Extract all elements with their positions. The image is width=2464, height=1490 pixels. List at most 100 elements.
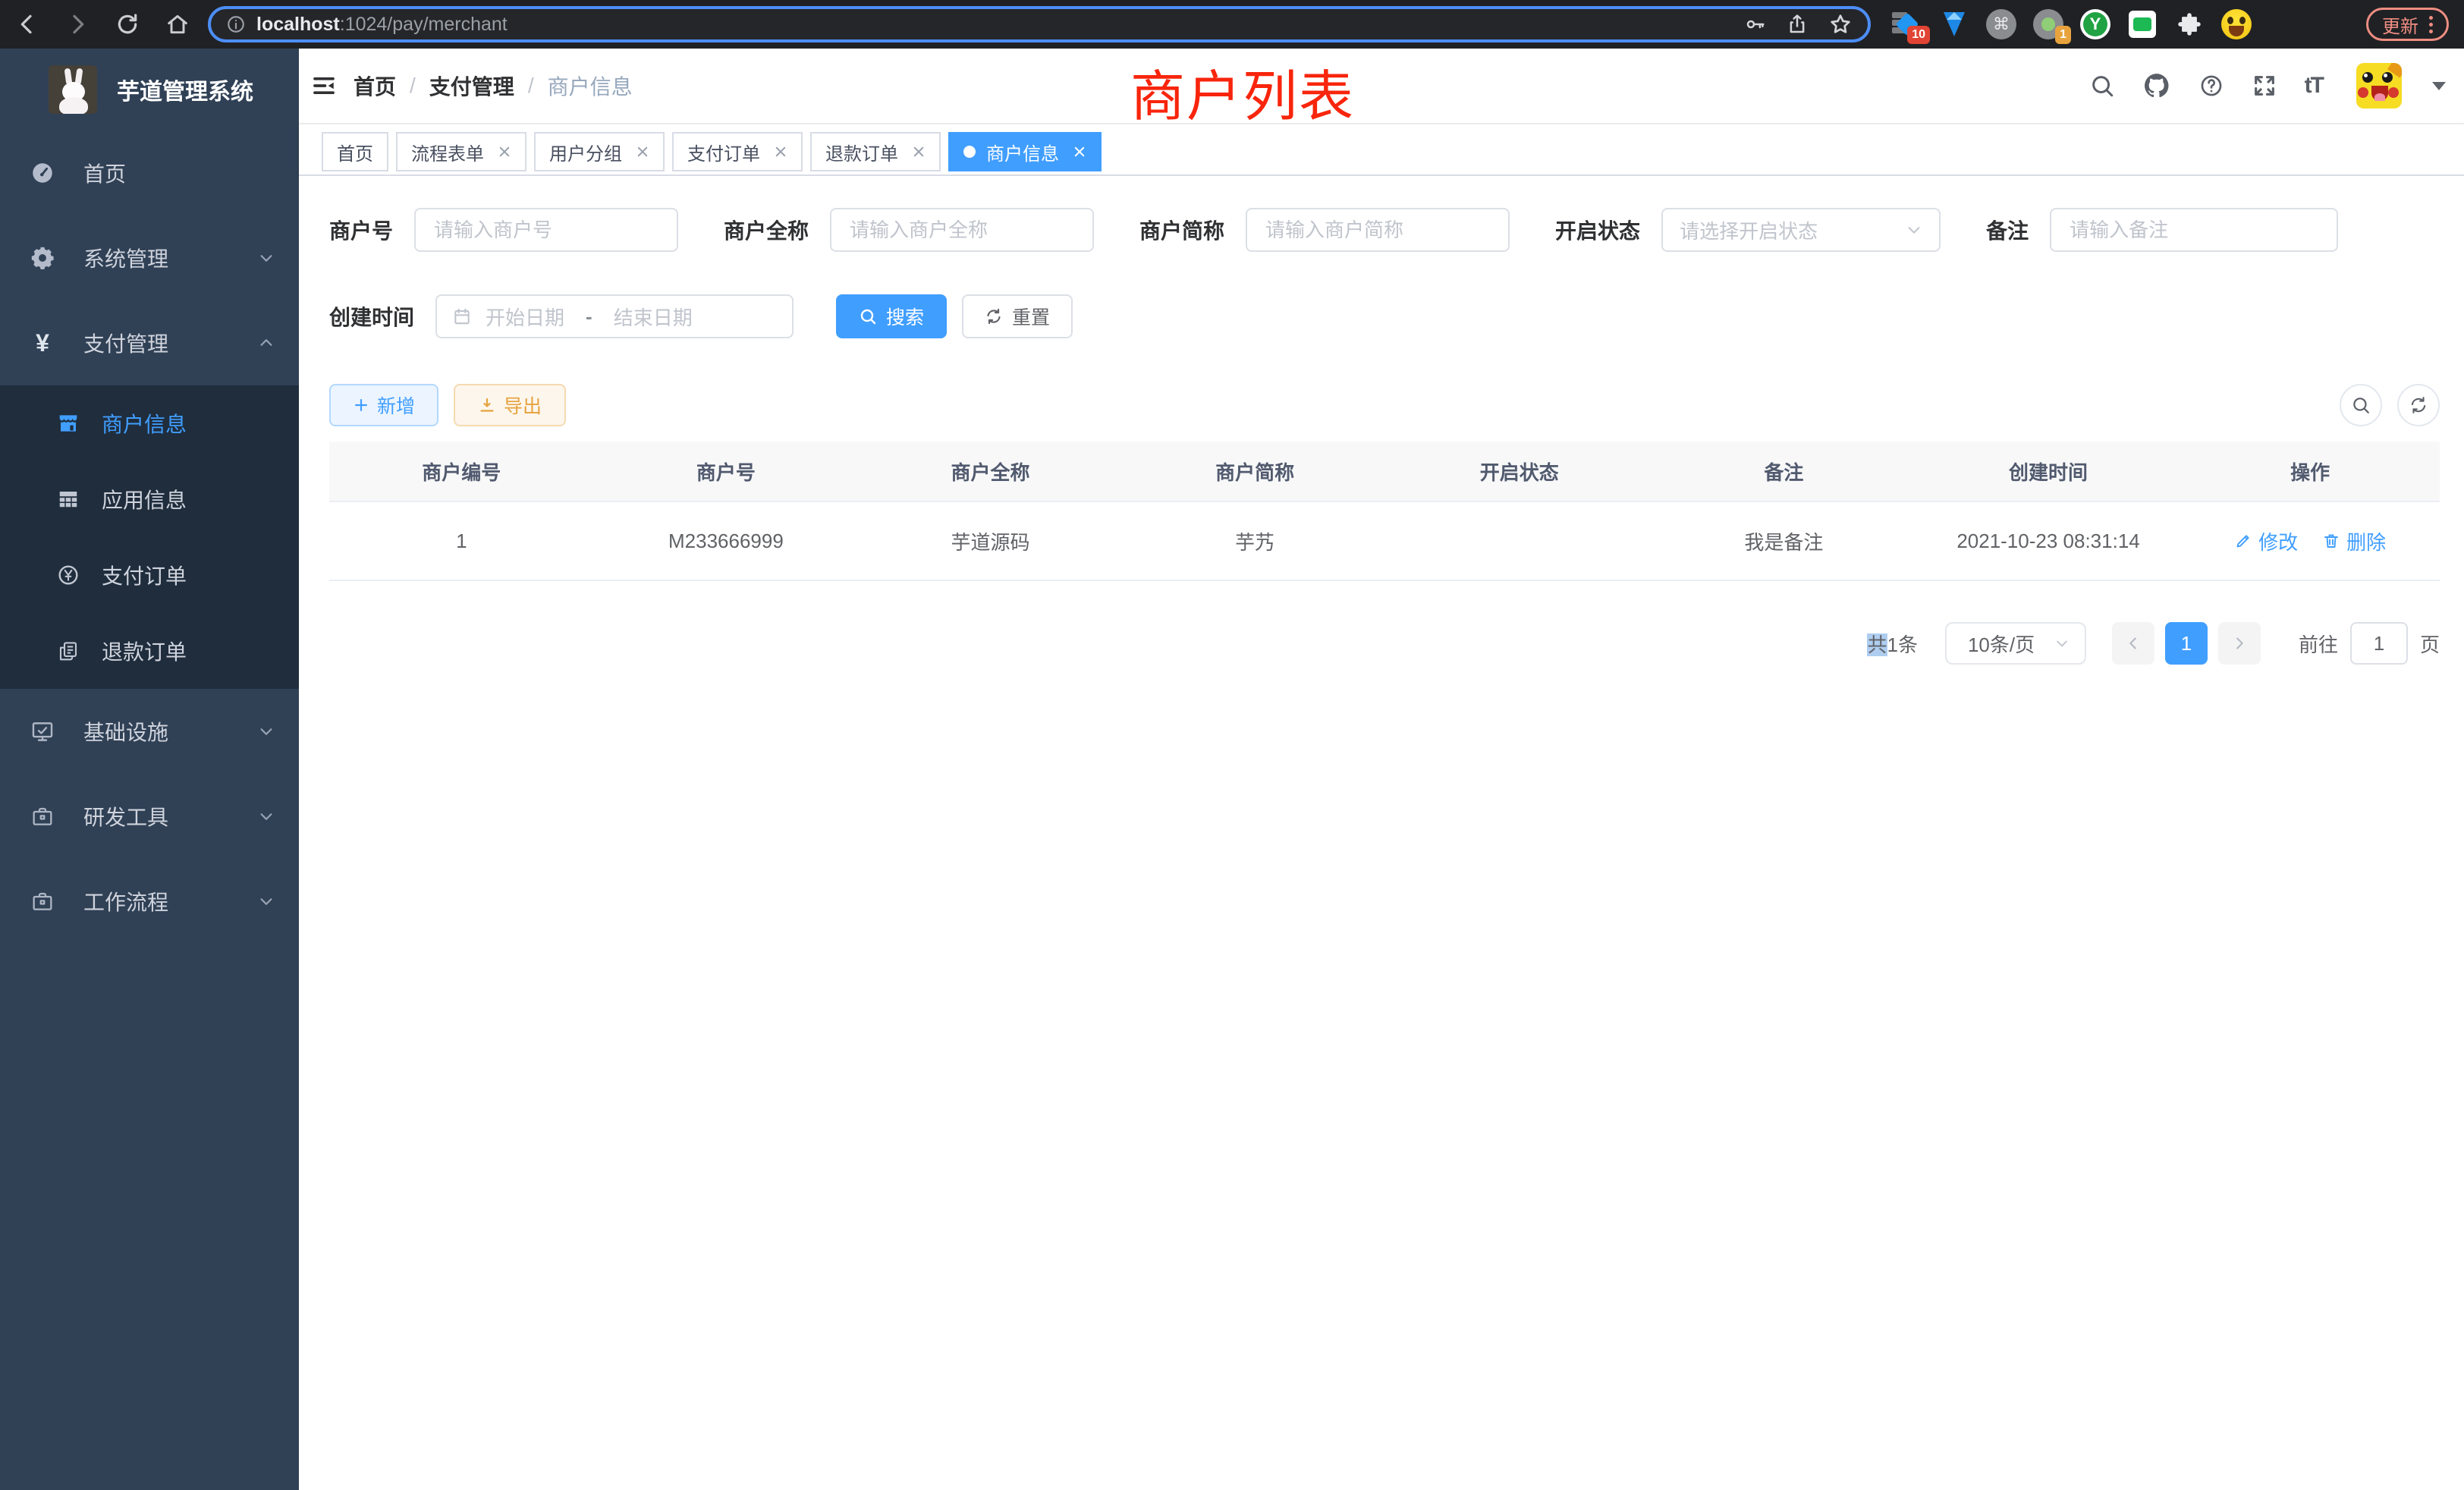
page-number-button[interactable]: 1 [2165, 622, 2208, 665]
goto-page-input[interactable] [2350, 622, 2408, 665]
help-icon[interactable] [2198, 73, 2224, 99]
fullscreen-icon[interactable] [2252, 73, 2277, 99]
github-icon[interactable] [2142, 71, 2171, 100]
table-toolbar: 新增 导出 [329, 384, 2440, 426]
extensions-puzzle-icon[interactable] [2174, 9, 2205, 39]
close-icon[interactable] [1073, 145, 1086, 159]
column-header: 商户编号 [329, 457, 594, 486]
browser-reload-icon[interactable] [115, 12, 140, 36]
tab-user-group[interactable]: 用户分组 [534, 132, 665, 171]
extension-command-icon[interactable]: ⌘ [1986, 9, 2016, 39]
breadcrumb-pay[interactable]: 支付管理 [429, 71, 514, 101]
sidebar-item-home[interactable]: 首页 [0, 130, 299, 215]
full-name-input[interactable] [830, 208, 1094, 252]
sidebar-item-workflow[interactable]: 工作流程 [0, 859, 299, 944]
app-title: 芋道管理系统 [117, 73, 253, 106]
tab-home[interactable]: 首页 [322, 132, 388, 171]
export-button[interactable]: 导出 [454, 384, 566, 426]
page-size-select[interactable]: 10条/页 [1945, 622, 2086, 665]
close-icon[interactable] [498, 145, 511, 159]
extension-y-logo-icon[interactable]: Y [2080, 9, 2110, 39]
browser-back-icon[interactable] [15, 12, 39, 36]
extension-blue-diamond-icon[interactable]: 10 [1892, 9, 1922, 39]
goto-unit: 页 [2420, 630, 2440, 658]
tab-pay-order[interactable]: 支付订单 [672, 132, 803, 171]
breadcrumb-separator: / [528, 74, 534, 98]
sidebar-item-merchant-info[interactable]: 商户信息 [0, 385, 299, 461]
sidebar-item-pay[interactable]: ¥ 支付管理 [0, 300, 299, 385]
delete-link[interactable]: 删除 [2322, 527, 2386, 555]
chevron-down-icon [2054, 636, 2070, 651]
chevron-down-icon [1906, 222, 1922, 238]
sidebar-item-refund-order[interactable]: 退款订单 [0, 613, 299, 689]
create-time-range-picker[interactable]: 开始日期 - 结束日期 [435, 294, 794, 338]
cell-remark: 我是备注 [1652, 527, 1916, 555]
browser-forward-icon[interactable] [65, 12, 90, 36]
user-avatar[interactable] [2356, 63, 2402, 108]
search-form-row-1: 商户号 商户全称 商户简称 开启状态 请选择开启状态 [329, 208, 2440, 252]
chevron-down-icon [258, 808, 275, 825]
refresh-table-button[interactable] [2397, 384, 2440, 426]
text-size-icon[interactable]: tT [2305, 73, 2323, 99]
browser-home-icon[interactable] [165, 12, 190, 36]
extension-badge: 1 [2055, 26, 2071, 44]
bookmark-star-icon[interactable] [1828, 12, 1853, 36]
tab-process-form[interactable]: 流程表单 [396, 132, 526, 171]
column-header: 创建时间 [1916, 457, 2181, 486]
site-info-icon[interactable] [226, 14, 246, 34]
sidebar-submenu-pay: 商户信息 应用信息 支付订单 退款订单 [0, 385, 299, 689]
status-select[interactable]: 请选择开启状态 [1661, 208, 1941, 252]
extension-chat-icon[interactable] [2127, 9, 2158, 39]
logo-rabbit-avatar [49, 65, 97, 114]
trash-icon [2322, 532, 2340, 550]
sidebar-item-infra[interactable]: 基础设施 [0, 689, 299, 774]
search-icon [859, 307, 877, 325]
password-key-icon[interactable] [1743, 13, 1766, 36]
sidebar: 芋道管理系统 首页 系统管理 ¥ 支付管理 商户信息 [0, 49, 299, 1490]
avatar-caret-icon[interactable] [2432, 82, 2446, 90]
sidebar-item-pay-order[interactable]: 支付订单 [0, 537, 299, 613]
extension-emoji-icon[interactable] [2221, 9, 2252, 39]
tab-refund-order[interactable]: 退款订单 [810, 132, 941, 171]
browser-menu-icon[interactable] [2429, 16, 2433, 33]
browser-update-button[interactable]: 更新 [2366, 8, 2449, 41]
next-page-button[interactable] [2218, 622, 2261, 665]
sidebar-item-label: 支付管理 [83, 328, 168, 358]
page-content: 商户号 商户全称 商户简称 开启状态 请选择开启状态 [299, 176, 2464, 1490]
annotation-title: 商户列表 [1130, 52, 1355, 131]
sidebar-item-label: 系统管理 [83, 243, 168, 273]
url-bar[interactable]: localhost:1024/pay/merchant [208, 6, 1871, 42]
merchant-no-input[interactable] [414, 208, 678, 252]
tab-merchant-info[interactable]: 商户信息 [948, 132, 1102, 171]
sidebar-item-app-info[interactable]: 应用信息 [0, 461, 299, 537]
add-button[interactable]: 新增 [329, 384, 438, 426]
close-icon[interactable] [912, 145, 926, 159]
sidebar-item-label: 基础设施 [83, 716, 168, 747]
storefront-icon [56, 411, 80, 435]
update-label: 更新 [2382, 11, 2418, 38]
header-search-icon[interactable] [2089, 73, 2115, 99]
remark-input[interactable] [2050, 208, 2338, 252]
extension-grey-circle-icon[interactable]: 1 [2033, 9, 2063, 39]
search-button[interactable]: 搜索 [836, 294, 947, 338]
prev-page-button[interactable] [2112, 622, 2154, 665]
extension-gem-icon[interactable] [1939, 9, 1969, 39]
short-name-input[interactable] [1246, 208, 1510, 252]
goto-label: 前往 [2299, 630, 2338, 658]
cell-merchant-id: 1 [329, 530, 594, 553]
sidebar-collapse-icon[interactable] [311, 73, 337, 99]
top-navbar: 首页 / 支付管理 / 商户信息 tT [299, 49, 2464, 124]
reset-button[interactable]: 重置 [962, 294, 1073, 338]
breadcrumb-home[interactable]: 首页 [354, 71, 396, 101]
edit-link[interactable]: 修改 [2234, 527, 2298, 555]
close-icon[interactable] [636, 145, 649, 159]
sidebar-item-dev-tools[interactable]: 研发工具 [0, 774, 299, 859]
grid-icon [56, 488, 80, 511]
share-icon[interactable] [1786, 13, 1809, 36]
sidebar-logo[interactable]: 芋道管理系统 [0, 49, 299, 130]
end-date-placeholder: 结束日期 [614, 303, 693, 331]
toggle-search-button[interactable] [2340, 384, 2382, 426]
close-icon[interactable] [774, 145, 787, 159]
sidebar-item-system[interactable]: 系统管理 [0, 215, 299, 300]
start-date-placeholder: 开始日期 [486, 303, 564, 331]
